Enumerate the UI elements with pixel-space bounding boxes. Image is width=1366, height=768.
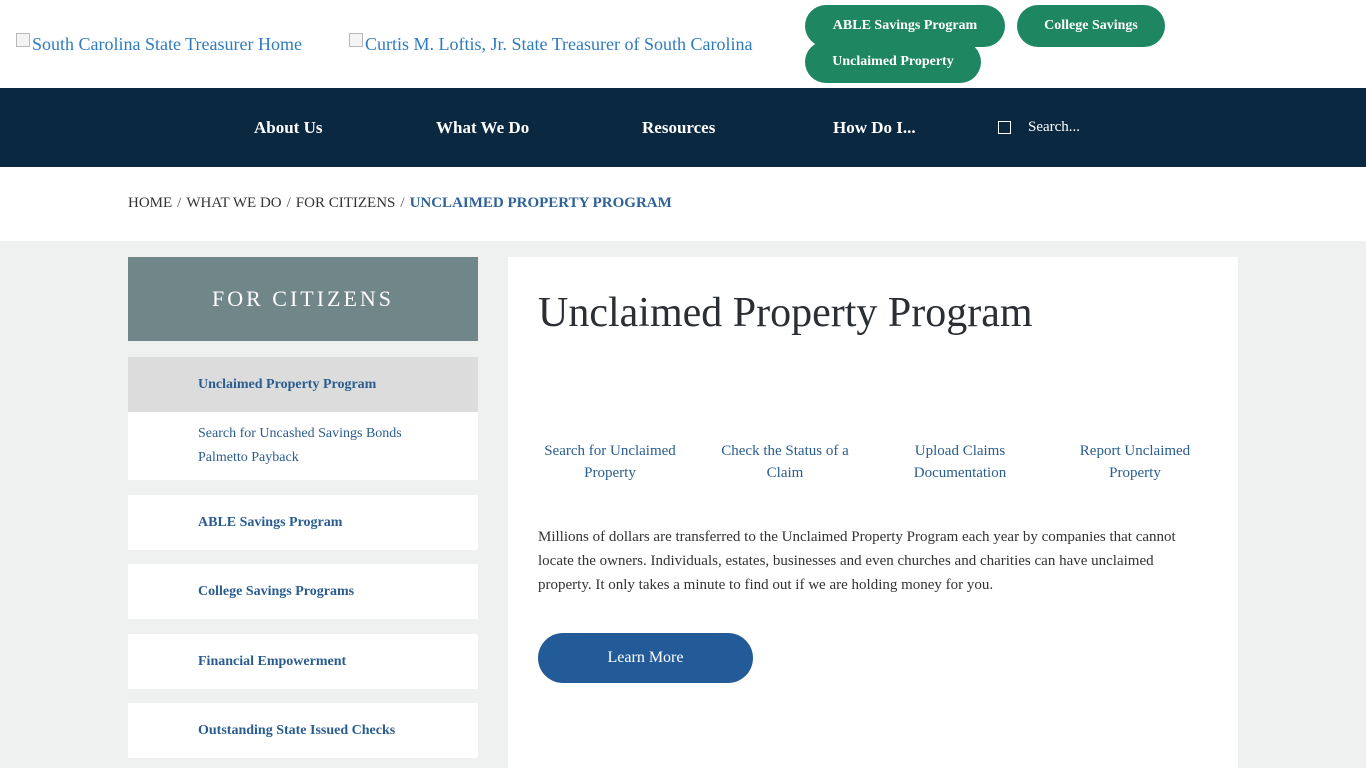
sidebar-item-unclaimed-property[interactable]: Unclaimed Property Program	[128, 357, 478, 412]
sidebar-section-checks: Outstanding State Issued Checks	[128, 703, 478, 758]
nav-how-do-i[interactable]: How Do I...	[833, 88, 916, 167]
nav-what-we-do[interactable]: What We Do	[436, 88, 529, 167]
search-input[interactable]: Search...	[998, 88, 1080, 167]
intro-paragraph: Millions of dollars are transferred to t…	[538, 529, 1176, 593]
breadcrumb-separator: /	[400, 195, 405, 211]
sidebar-item-able-savings[interactable]: ABLE Savings Program	[128, 495, 478, 550]
breadcrumb-bar: HOME / WHAT WE DO / FOR CITIZENS / UNCLA…	[0, 167, 1366, 241]
broken-image-icon	[349, 32, 363, 47]
breadcrumb-separator: /	[177, 195, 182, 211]
sidebar-item-financial-empowerment[interactable]: Financial Empowerment	[128, 634, 478, 689]
top-header: South Carolina State Treasurer Home Curt…	[0, 0, 1366, 88]
main-navbar: About Us What We Do Resources How Do I..…	[0, 88, 1366, 167]
breadcrumb-separator: /	[286, 195, 291, 211]
college-savings-button[interactable]: College Savings	[1017, 5, 1165, 47]
main-content: Unclaimed Property Program Search for Un…	[508, 257, 1238, 768]
sidebar-subitem-palmetto-payback[interactable]: Palmetto Payback	[128, 446, 478, 470]
logo-home-alt-text: South Carolina State Treasurer Home	[32, 34, 302, 54]
state-treasurer-home-logo-link[interactable]: South Carolina State Treasurer Home	[16, 32, 302, 55]
quick-link-check-status[interactable]: Check the Status of a Claim	[705, 440, 865, 484]
sidebar-item-outstanding-checks[interactable]: Outstanding State Issued Checks	[128, 703, 478, 758]
learn-more-button[interactable]: Learn More	[538, 633, 753, 683]
nav-about-us[interactable]: About Us	[254, 88, 323, 167]
logo-treasurer-alt-text: Curtis M. Loftis, Jr. State Treasurer of…	[365, 34, 753, 54]
sidebar-item-college-savings[interactable]: College Savings Programs	[128, 564, 478, 619]
nav-resources[interactable]: Resources	[642, 88, 715, 167]
treasurer-logo-link[interactable]: Curtis M. Loftis, Jr. State Treasurer of…	[349, 32, 753, 55]
quick-link-report-unclaimed[interactable]: Report Unclaimed Property	[1055, 440, 1215, 484]
unclaimed-property-button[interactable]: Unclaimed Property	[805, 41, 981, 83]
sidebar-section-college: College Savings Programs	[128, 564, 478, 619]
page-title: Unclaimed Property Program	[538, 290, 1033, 336]
sidebar-section-financial: Financial Empowerment	[128, 634, 478, 689]
breadcrumb-current: UNCLAIMED PROPERTY PROGRAM	[409, 195, 672, 211]
breadcrumb-what-we-do[interactable]: WHAT WE DO	[186, 195, 281, 212]
sidebar-section-unclaimed: Unclaimed Property Program Search for Un…	[128, 357, 478, 480]
sidebar-section-able: ABLE Savings Program	[128, 495, 478, 550]
sidebar-subitem-savings-bonds[interactable]: Search for Uncashed Savings Bonds	[128, 422, 478, 446]
broken-image-icon	[16, 32, 30, 47]
search-checkbox-icon	[998, 121, 1011, 134]
breadcrumb: HOME / WHAT WE DO / FOR CITIZENS / UNCLA…	[128, 195, 672, 212]
search-placeholder: Search...	[1028, 119, 1081, 135]
breadcrumb-home[interactable]: HOME	[128, 195, 172, 212]
quick-link-upload-documentation[interactable]: Upload Claims Documentation	[880, 440, 1040, 484]
sidebar-heading: FOR CITIZENS	[128, 257, 478, 341]
quick-link-search-unclaimed[interactable]: Search for Unclaimed Property	[530, 440, 690, 484]
sidebar-subitems: Search for Uncashed Savings Bonds Palmet…	[128, 412, 478, 470]
breadcrumb-for-citizens[interactable]: FOR CITIZENS	[296, 195, 396, 212]
